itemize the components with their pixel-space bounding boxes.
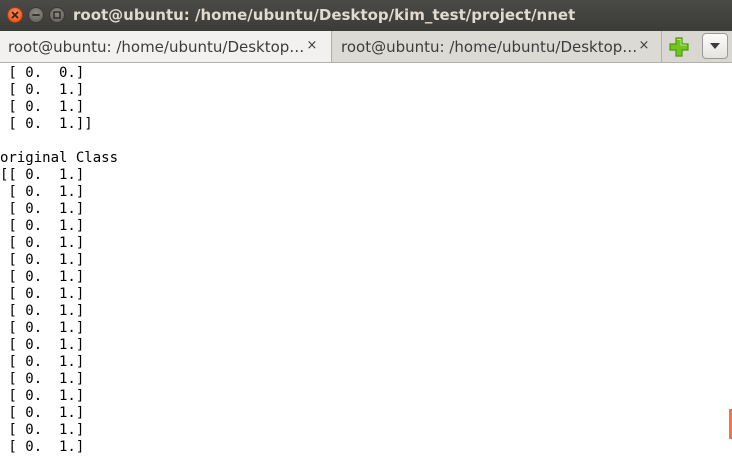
close-tab-icon[interactable]: × <box>637 38 651 54</box>
terminal-line: [ 0. 1.] <box>0 218 85 234</box>
terminal-line: [ 0. 1.] <box>0 286 85 302</box>
terminal-line: [ 0. 1.] <box>0 269 85 285</box>
terminal-line: original Class <box>0 150 119 166</box>
terminal-line: [ 0. 1.] <box>0 371 85 387</box>
close-tab-icon[interactable]: × <box>305 38 319 54</box>
maximize-icon <box>53 11 61 19</box>
maximize-window-button[interactable] <box>49 7 65 23</box>
terminal-line: [ 0. 1.] <box>0 252 85 268</box>
tab-label: root@ubuntu: /home/ubuntu/Desktop… <box>8 38 305 56</box>
terminal-line: [ 0. 1.]] <box>0 116 93 132</box>
terminal-line: [ 0. 1.] <box>0 320 85 336</box>
tab-menu-button[interactable] <box>702 33 728 59</box>
minimize-window-button[interactable] <box>28 7 44 23</box>
terminal-output[interactable]: [ 0. 0.] [ 0. 1.] [ 0. 1.] [ 0. 1.]] orig… <box>0 63 732 456</box>
terminal-line: [ 0. 1.] <box>0 337 85 353</box>
chevron-down-icon <box>710 43 720 49</box>
window-title: root@ubuntu: /home/ubuntu/Desktop/kim_te… <box>73 6 576 24</box>
terminal-line: [[ 0. 1.] <box>0 167 85 183</box>
terminal-line: [ 0. 0.] <box>0 65 85 81</box>
new-tab-button[interactable] <box>668 36 690 58</box>
terminal-line: [ 0. 1.] <box>0 184 85 200</box>
tab-terminal-1[interactable]: root@ubuntu: /home/ubuntu/Desktop… × <box>0 31 332 62</box>
close-window-button[interactable] <box>7 7 23 23</box>
title-bar[interactable]: root@ubuntu: /home/ubuntu/Desktop/kim_te… <box>0 0 732 31</box>
terminal-line: [ 0. 1.] <box>0 82 85 98</box>
terminal-window: root@ubuntu: /home/ubuntu/Desktop/kim_te… <box>0 0 732 456</box>
close-icon <box>11 11 19 19</box>
minimize-icon <box>32 14 40 16</box>
terminal-line: [ 0. 1.] <box>0 422 85 438</box>
terminal-line: [ 0. 1.] <box>0 405 85 421</box>
terminal-line: [ 0. 1.] <box>0 303 85 319</box>
terminal-line: [ 0. 1.] <box>0 201 85 217</box>
tab-bar: root@ubuntu: /home/ubuntu/Desktop… × roo… <box>0 31 732 63</box>
terminal-line: [ 0. 1.] <box>0 235 85 251</box>
terminal-line: [ 0. 1.] <box>0 354 85 370</box>
tab-label: root@ubuntu: /home/ubuntu/Desktop… <box>341 38 638 56</box>
terminal-line: [ 0. 1.] <box>0 388 85 404</box>
terminal-line: [ 0. 1.] <box>0 439 85 455</box>
plus-icon <box>669 37 689 57</box>
terminal-line: [ 0. 1.] <box>0 99 85 115</box>
tab-terminal-2[interactable]: root@ubuntu: /home/ubuntu/Desktop… × <box>333 31 662 62</box>
